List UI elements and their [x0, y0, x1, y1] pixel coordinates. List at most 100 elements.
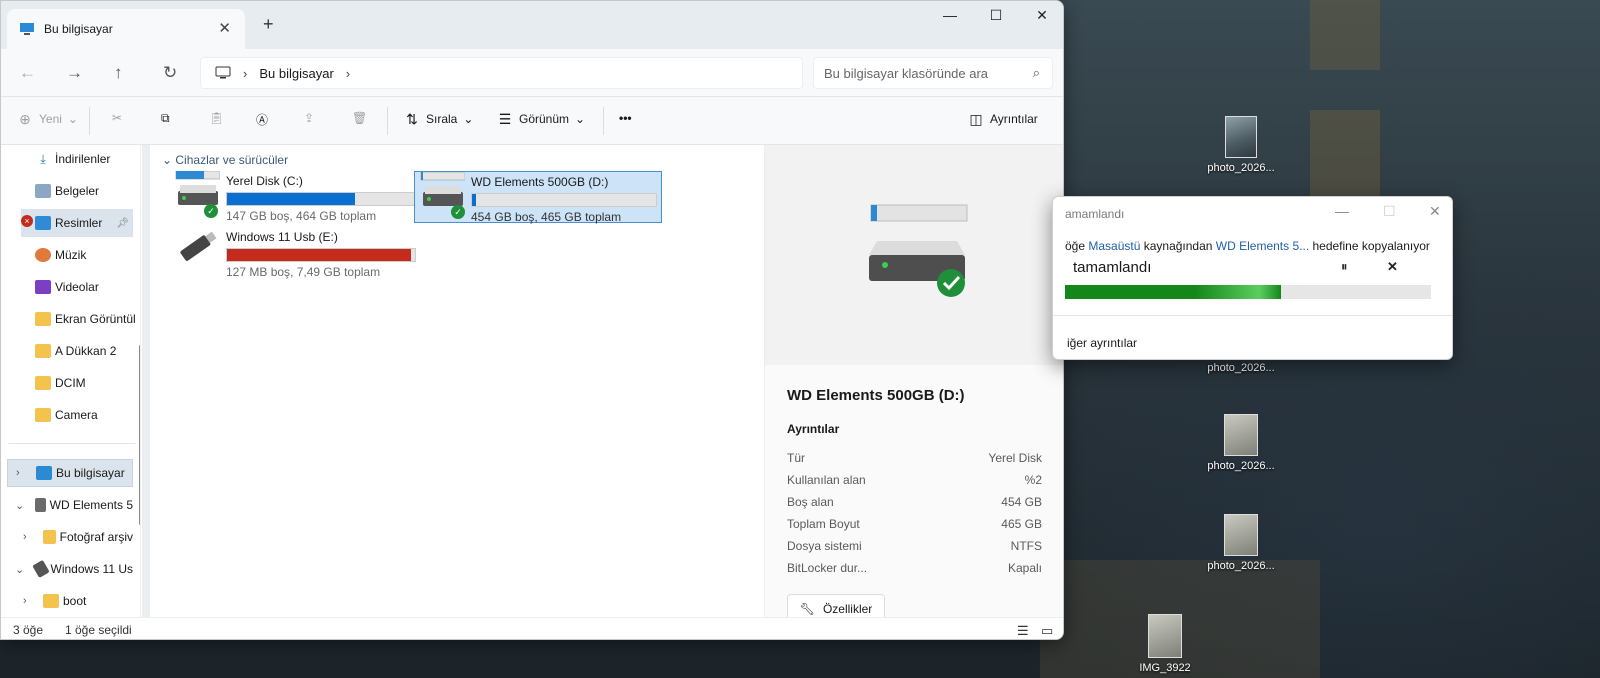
title-bar: Bu bilgisayar ✕ + — ☐ ✕ — [1, 1, 1063, 49]
detail-row: Dosya sistemi NTFS — [787, 539, 1042, 553]
detail-row: BitLocker dur... Kapalı — [787, 561, 1042, 575]
computer-icon — [20, 23, 34, 35]
videos-icon — [35, 280, 51, 294]
desktop-file-icon[interactable]: photo_2026... — [1196, 116, 1286, 174]
share-icon[interactable]: ⇪ — [304, 111, 314, 125]
chevron-down-icon: ⌄ — [67, 112, 78, 126]
usb-drive-icon — [32, 560, 50, 578]
destination-link[interactable]: WD Elements 5... — [1216, 239, 1309, 253]
drive-preview — [765, 145, 1063, 365]
cancel-icon[interactable]: ✕ — [1387, 259, 1398, 275]
chevron-down-icon: ⌄ — [463, 112, 474, 126]
sort-button[interactable]: ⇅ Sırala ⌄ — [404, 111, 473, 127]
tab-title: Bu bilgisayar — [44, 22, 113, 36]
group-header[interactable]: ⌄ Cihazlar ve sürücüler — [162, 153, 288, 167]
navigation-bar: ← → ↑ ↻ › Bu bilgisayar › Bu bilgisayar … — [1, 49, 1063, 97]
details-pane-button[interactable]: ◫ Ayrıntılar — [968, 111, 1037, 127]
item-count: 3 öğe — [13, 623, 44, 637]
separator — [89, 107, 90, 135]
more-options-icon[interactable]: ••• — [619, 111, 632, 125]
drive-c[interactable]: ✓ Yerel Disk (C:) 147 GB boş, 464 GB top… — [170, 171, 420, 223]
delete-icon[interactable]: 🗑︎ — [352, 111, 367, 125]
tiles-view-icon[interactable]: ▭ — [1041, 623, 1053, 639]
search-icon: ⌕ — [1032, 65, 1040, 80]
refresh-button[interactable]: ↻ — [163, 63, 177, 83]
sidebar-item-screenshots[interactable]: ×Ekran Görüntül — [35, 305, 140, 333]
desktop-wallpaper — [1310, 0, 1380, 70]
chevron-right-icon[interactable]: › — [16, 467, 20, 479]
back-button[interactable]: ← — [19, 63, 36, 83]
tab-bu-bilgisayar[interactable]: Bu bilgisayar ✕ — [7, 9, 245, 49]
usage-fill — [227, 193, 355, 205]
usage-fill — [227, 249, 412, 261]
sort-icon: ⇅ — [406, 111, 418, 127]
sidebar-item-music[interactable]: Müzik📌︎ — [35, 241, 140, 269]
close-dialog-button[interactable]: ✕ — [1429, 203, 1441, 220]
folder-icon — [35, 376, 51, 390]
chevron-right-icon[interactable]: › — [346, 66, 350, 81]
sidebar-item-windows-usb[interactable]: ⌄ Windows 11 Us — [7, 555, 133, 583]
selection-count: 1 öğe seçildi — [65, 623, 132, 637]
view-button[interactable]: ☰ Görünüm ⌄ — [497, 111, 585, 127]
address-bar[interactable]: › Bu bilgisayar › — [200, 57, 803, 89]
progress-label: tamamlandı — [1073, 259, 1152, 276]
sidebar-item-dcim[interactable]: ×DCIM — [35, 369, 140, 397]
chevron-down-icon[interactable]: ⌄ — [15, 563, 24, 576]
close-tab-icon[interactable]: ✕ — [218, 19, 231, 37]
drive-e[interactable]: Windows 11 Usb (E:) 127 MB boş, 7,49 GB … — [170, 227, 420, 279]
desktop-file-icon[interactable]: photo_2026... — [1196, 362, 1286, 374]
sidebar-item-videos[interactable]: ×Videolar📌︎ — [35, 273, 140, 301]
sidebar-item-wd-elements[interactable]: ⌄ WD Elements 5 — [7, 491, 133, 519]
minimize-button[interactable]: — — [935, 7, 965, 23]
monitor-icon — [215, 66, 231, 79]
details-pane-icon: ◫ — [969, 111, 983, 127]
new-tab-button[interactable]: + — [263, 14, 274, 35]
minimize-button[interactable]: — — [1335, 203, 1349, 219]
chevron-down-icon[interactable]: ⌄ — [15, 499, 24, 512]
sidebar-item-a-dukkan-2[interactable]: ×A Dükkan 2 — [35, 337, 140, 365]
usage-bar — [471, 193, 657, 207]
sidebar-item-camera[interactable]: Camera — [35, 401, 140, 429]
sidebar-item-pictures[interactable]: × Resimler 📌︎ — [21, 209, 133, 237]
drive-d[interactable]: ✓ WD Elements 500GB (D:) 454 GB boş, 465… — [414, 171, 662, 224]
details-pane: WD Elements 500GB (D:) Ayrıntılar Tür Yer… — [764, 145, 1063, 624]
sidebar-item-downloads[interactable]: ⤓İndirilenler📌︎ — [35, 145, 140, 173]
list-view-icon[interactable]: ☰ — [1017, 623, 1029, 639]
maximize-button[interactable]: ☐ — [981, 7, 1011, 24]
cut-icon[interactable]: ✂ — [112, 111, 122, 125]
sidebar-scrollbar[interactable] — [139, 345, 140, 525]
new-button[interactable]: ⊕ Yeni ⌄ — [17, 111, 78, 127]
breadcrumb[interactable]: Bu bilgisayar — [259, 66, 333, 81]
sidebar-item-documents[interactable]: ×Belgeler📌︎ — [35, 177, 140, 205]
pin-icon: 📌︎ — [116, 217, 129, 229]
documents-icon — [35, 184, 51, 198]
sidebar-item-boot[interactable]: › boot — [7, 587, 133, 615]
forward-button[interactable]: → — [66, 63, 83, 83]
detail-row: Kullanılan alan %2 — [787, 473, 1042, 487]
check-icon: ✓ — [451, 205, 465, 219]
more-details-toggle[interactable]: iğer ayrıntılar — [1053, 315, 1452, 359]
close-window-button[interactable]: ✕ — [1027, 7, 1057, 24]
chevron-right-icon[interactable]: › — [23, 531, 27, 543]
rename-icon[interactable]: Ⓐ — [256, 111, 268, 128]
desktop-file-icon[interactable]: IMG_3922 — [1120, 614, 1210, 674]
up-button[interactable]: ↑ — [114, 63, 123, 83]
file-explorer-window: Bu bilgisayar ✕ + — ☐ ✕ ← → ↑ ↻ › Bu bil… — [0, 0, 1064, 640]
chevron-right-icon[interactable]: › — [23, 595, 27, 607]
sidebar-item-fotograf-arsivi[interactable]: › Fotoğraf arşiv — [7, 523, 133, 551]
sidebar-item-this-pc[interactable]: › Bu bilgisayar — [7, 459, 133, 487]
pictures-icon — [35, 216, 51, 230]
desktop-file-icon[interactable]: photo_2026... — [1196, 414, 1286, 472]
copy-icon[interactable]: ⧉ — [161, 111, 170, 126]
desktop-file-icon[interactable]: photo_2026... — [1196, 514, 1286, 572]
computer-icon — [36, 466, 52, 480]
source-link[interactable]: Masaüstü — [1088, 239, 1140, 253]
usage-bar — [226, 192, 416, 206]
paste-icon[interactable]: 📋︎ — [209, 111, 224, 125]
divider — [9, 443, 135, 444]
pause-icon[interactable]: ⏸ — [1341, 259, 1348, 275]
search-input[interactable]: Bu bilgisayar klasöründe ara ⌕ — [813, 57, 1053, 89]
check-icon: ✓ — [204, 204, 218, 218]
pane-gutter — [142, 145, 150, 617]
usage-bar — [226, 248, 416, 262]
